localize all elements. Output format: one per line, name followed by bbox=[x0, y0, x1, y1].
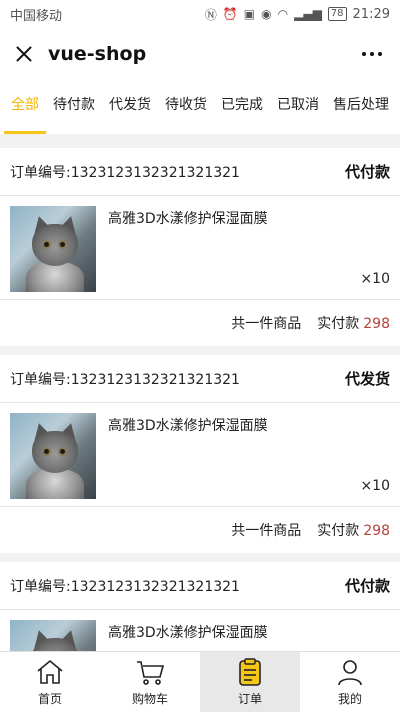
tab-cancelled[interactable]: 已取消 bbox=[270, 80, 326, 134]
battery-icon: 78 bbox=[327, 7, 347, 21]
tab-pending-payment[interactable]: 待付款 bbox=[46, 80, 102, 134]
order-item[interactable]: 高雅3D水漾修护保湿面膜 ×10 bbox=[0, 196, 400, 300]
paid-amount: 实付款 298 bbox=[317, 520, 390, 540]
hd-icon: ▣ bbox=[243, 7, 256, 21]
nav-cart[interactable]: 购物车 bbox=[100, 652, 200, 712]
order-icon bbox=[239, 658, 261, 686]
order-header: 订单编号:1323123132321321321 代付款 bbox=[0, 148, 400, 196]
nav-profile-label: 我的 bbox=[337, 692, 362, 706]
alarm-icon: ⏰ bbox=[222, 7, 238, 21]
cart-icon bbox=[137, 661, 165, 685]
order-footer: 共一件商品 实付款 298 bbox=[0, 507, 400, 553]
item-count: 共一件商品 bbox=[231, 523, 302, 539]
dot-icon bbox=[370, 52, 374, 56]
nav-orders-label: 订单 bbox=[237, 692, 262, 706]
price-value: 298 bbox=[363, 316, 390, 332]
paid-amount: 实付款 298 bbox=[317, 313, 390, 333]
order-item[interactable]: 高雅3D水漾修护保湿面膜 bbox=[0, 610, 400, 651]
order-number: 订单编号:1323123132321321321 bbox=[10, 371, 240, 388]
order-number: 订单编号:1323123132321321321 bbox=[10, 578, 240, 595]
price-value: 298 bbox=[363, 523, 390, 539]
order-card[interactable]: 订单编号:1323123132321321321 代付款 高雅3D水漾修护保湿面… bbox=[0, 562, 400, 651]
order-footer: 共一件商品 实付款 298 bbox=[0, 300, 400, 346]
nav-home-label: 首页 bbox=[37, 692, 62, 706]
order-card[interactable]: 订单编号:1323123132321321321 代发货 高雅3D水漾修护保湿面… bbox=[0, 355, 400, 553]
status-icons: Ⓝ ⏰ ▣ ◉ ◠ ▂▄▆ 78 21:29 bbox=[205, 6, 390, 23]
item-count: 共一件商品 bbox=[231, 316, 302, 332]
tab-all[interactable]: 全部 bbox=[4, 80, 46, 134]
order-status: 代发货 bbox=[344, 370, 390, 388]
order-item[interactable]: 高雅3D水漾修护保湿面膜 ×10 bbox=[0, 403, 400, 507]
product-image bbox=[10, 620, 96, 651]
nfc-icon: Ⓝ bbox=[204, 7, 217, 22]
order-tabs: 全部 待付款 代发货 待收货 已完成 已取消 售后处理 bbox=[0, 80, 400, 134]
tab-pending-shipment[interactable]: 代发货 bbox=[102, 80, 158, 134]
nav-profile[interactable]: 我的 bbox=[300, 652, 400, 712]
nav-home[interactable]: 首页 bbox=[0, 652, 100, 712]
order-header: 订单编号:1323123132321321321 代付款 bbox=[0, 562, 400, 610]
product-name: 高雅3D水漾修护保湿面膜 bbox=[108, 418, 268, 434]
wifi-icon: ◠ bbox=[277, 7, 289, 21]
product-image bbox=[10, 206, 96, 292]
status-bar: 中国移动 Ⓝ ⏰ ▣ ◉ ◠ ▂▄▆ 78 21:29 bbox=[0, 0, 400, 28]
page-title: vue-shop bbox=[48, 43, 147, 65]
product-name: 高雅3D水漾修护保湿面膜 bbox=[108, 625, 268, 641]
clock-label: 21:29 bbox=[352, 6, 390, 22]
tab-completed[interactable]: 已完成 bbox=[214, 80, 270, 134]
dot-icon bbox=[362, 52, 366, 56]
product-quantity: ×10 bbox=[360, 271, 390, 287]
carrier-label: 中国移动 bbox=[10, 8, 63, 24]
more-menu-button[interactable] bbox=[356, 46, 388, 62]
home-icon bbox=[37, 659, 63, 684]
eye-icon: ◉ bbox=[261, 7, 272, 21]
nav-orders[interactable]: 订单 bbox=[200, 652, 300, 712]
signal-icon: ▂▄▆ bbox=[294, 7, 322, 21]
title-bar: vue-shop bbox=[0, 28, 400, 80]
order-status: 代付款 bbox=[344, 163, 390, 181]
order-number: 订单编号:1323123132321321321 bbox=[10, 164, 240, 181]
tab-after-sales[interactable]: 售后处理 bbox=[326, 80, 396, 134]
order-status: 代付款 bbox=[344, 577, 390, 595]
paid-label: 实付款 bbox=[317, 523, 360, 539]
bottom-nav: 首页 购物车 订单 我的 bbox=[0, 651, 400, 712]
product-quantity: ×10 bbox=[360, 478, 390, 494]
tab-pending-receipt[interactable]: 待收货 bbox=[158, 80, 214, 134]
product-image bbox=[10, 413, 96, 499]
paid-label: 实付款 bbox=[317, 316, 360, 332]
dot-icon bbox=[378, 52, 382, 56]
close-icon[interactable] bbox=[12, 42, 36, 66]
user-icon bbox=[338, 660, 362, 686]
order-card[interactable]: 订单编号:1323123132321321321 代付款 高雅3D水漾修护保湿面… bbox=[0, 148, 400, 346]
nav-cart-label: 购物车 bbox=[131, 692, 168, 706]
order-header: 订单编号:1323123132321321321 代发货 bbox=[0, 355, 400, 403]
product-name: 高雅3D水漾修护保湿面膜 bbox=[108, 211, 268, 227]
